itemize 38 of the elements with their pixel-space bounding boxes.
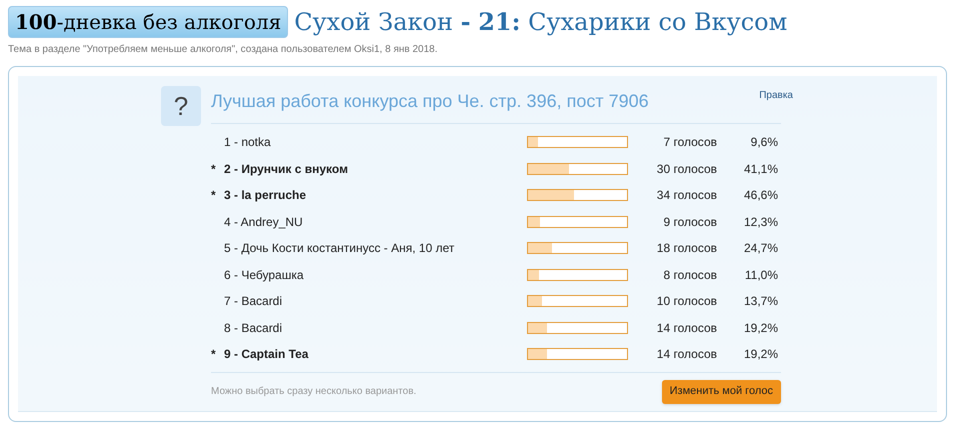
thread-prefix-label[interactable]: 100-дневка без алкоголя — [8, 6, 288, 38]
option-label: 6 - Чебурашка — [224, 266, 305, 284]
option-label: 2 - Ирунчик с внуком — [224, 160, 349, 178]
vote-percent: 41,1% — [742, 160, 778, 178]
option-label: 9 - Captain Tea — [224, 346, 310, 364]
vote-percent: 46,6% — [742, 187, 778, 204]
vote-count: 18 голосов — [656, 240, 717, 258]
vote-percent: 13,7% — [742, 293, 778, 310]
thread-title: Сухой Закон - 21: Сухарики со Вкусом — [294, 7, 788, 37]
vote-count: 14 голосов — [656, 320, 717, 337]
voted-marker: * — [211, 187, 217, 204]
vote-count: 8 голосов — [662, 266, 717, 284]
option-label: 4 - Andrey_NU — [224, 214, 304, 231]
poll-question: Лучшая работа конкурса про Че. стр. 396, пост 7906 — [211, 90, 649, 113]
vote-percent: 19,2% — [742, 346, 778, 364]
vote-percent: 11,0% — [744, 266, 778, 284]
option-label: 8 - Bacardi — [224, 320, 284, 337]
option-label: 5 - Дочь Кости костантинусс - Аня, 10 лет — [224, 240, 456, 258]
vote-percent: 24,7% — [742, 240, 778, 258]
vote-count: 9 голосов — [662, 214, 717, 231]
option-label: 1 - notka — [224, 134, 272, 152]
vote-count: 30 голосов — [656, 160, 717, 178]
thread-meta-text: Тема в разделе "Употребляем меньше алкоголя", создана пользователем Oksi1, 8 янв 2018. — [8, 43, 438, 57]
vote-count: 7 голосов — [662, 134, 717, 152]
vote-count: 34 голосов — [656, 187, 717, 204]
vote-percent: 9,6% — [750, 134, 778, 152]
change-vote-button[interactable]: Изменить мой голос — [662, 380, 781, 404]
vote-count: 10 голосов — [656, 293, 717, 310]
option-label: 3 - la perruche — [224, 187, 308, 204]
question-icon: ? — [161, 86, 201, 126]
vote-count: 14 голосов — [656, 346, 717, 364]
voted-marker: * — [211, 346, 217, 364]
voted-marker: * — [211, 160, 217, 178]
edit-link[interactable]: Правка — [759, 88, 793, 115]
vote-percent: 12,3% — [742, 214, 778, 231]
option-label: 7 - Bacardi — [224, 293, 284, 310]
poll-note: Можно выбрать сразу несколько вариантов. — [211, 385, 416, 399]
vote-percent: 19,2% — [742, 320, 778, 337]
